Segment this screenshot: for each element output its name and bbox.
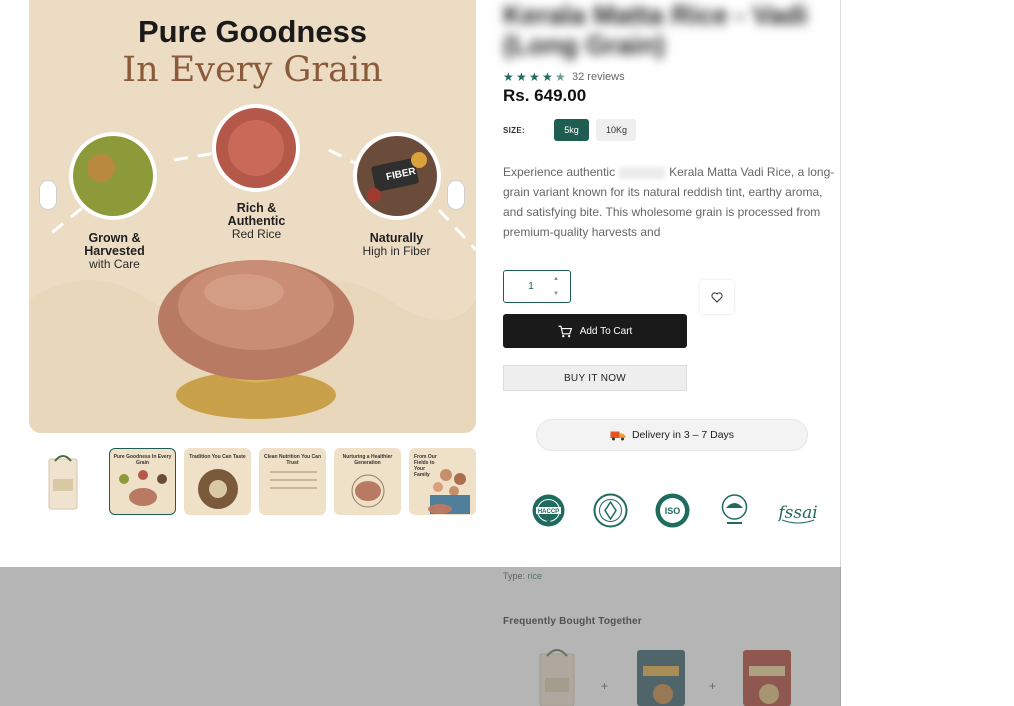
chevron-down-icon[interactable]: ▼: [552, 290, 560, 298]
thumbnail-goodness[interactable]: Pure Goodness In Every Grain: [109, 448, 176, 515]
rating[interactable]: ★ ★ ★ ★ ★ 32 reviews: [503, 69, 625, 84]
image-title-line1: Pure Goodness: [137, 14, 368, 49]
image-title-line2: In Every Grain: [122, 50, 383, 90]
plus-icon: +: [601, 679, 609, 693]
type-label: Type:: [503, 571, 526, 581]
chevron-up-icon[interactable]: ▲: [552, 275, 560, 283]
spice-pack-teal-icon: [637, 650, 685, 706]
feature-fiber-sub: High in Fiber: [362, 244, 431, 258]
fssai-text: fssai: [778, 503, 818, 523]
fbt-product-sambar-powder-teal[interactable]: [633, 646, 688, 706]
product-type: Type: rice: [503, 571, 542, 581]
quality-badge-icon: [592, 492, 629, 529]
truck-icon: [610, 431, 626, 440]
thumbnail-strip: Pure Goodness In Every Grain Tradition Y…: [34, 448, 476, 515]
frequently-bought-heading: Frequently Bought Together: [503, 616, 642, 627]
product-title-blurred: Kerala Matta Rice - Vadi (Long Grain): [503, 0, 808, 60]
buy-now-button[interactable]: BUY IT NOW: [503, 365, 687, 391]
iso-badge-icon: ISO: [654, 492, 691, 529]
thumbnail-healthier-title: Nurturing a Healthier Generation: [342, 454, 393, 466]
quantity-stepper[interactable]: 1 ▲ ▼: [503, 270, 571, 303]
half-star-icon: ★: [555, 69, 566, 84]
feature-rich-sub: Red Rice: [231, 227, 282, 241]
size-option-5kg[interactable]: 5kg: [554, 119, 589, 141]
star-icon: ★: [542, 69, 553, 84]
thumbnail-nutrition-title: Clean Nutrition You Can Trust: [263, 454, 322, 466]
thumbnail-tradition[interactable]: Tradition You Can Taste: [184, 448, 251, 515]
size-option-10kg[interactable]: 10Kg: [596, 119, 636, 141]
main-product-image[interactable]: Pure Goodness In Every Grain Grown & Har…: [29, 0, 476, 433]
blurred-brand: [619, 166, 666, 179]
thumbnail-healthier[interactable]: Nurturing a Healthier Generation: [334, 448, 401, 515]
fssai-badge-icon: fssai: [778, 492, 818, 529]
size-label: SIZE:: [503, 126, 525, 135]
fbt-product-rice-bag[interactable]: [531, 646, 586, 706]
thumbnail-nutrition[interactable]: Clean Nutrition You Can Trust: [259, 448, 326, 515]
price: Rs. 649.00: [503, 86, 587, 105]
thumbnail-tradition-title: Tradition You Can Taste: [189, 454, 246, 460]
thumbnail-package[interactable]: [34, 448, 101, 515]
add-to-cart-label: Add To Cart: [579, 325, 633, 337]
haccp-text: HACCP: [538, 509, 559, 515]
page: Pure Goodness In Every Grain Grown & Har…: [0, 0, 1014, 706]
description-start: Experience authentic: [503, 165, 616, 179]
prev-image-button[interactable]: [39, 180, 57, 210]
wishlist-button[interactable]: [700, 280, 734, 314]
delivery-info: Delivery in 3 – 7 Days: [536, 419, 808, 451]
iso-text: ISO: [665, 506, 681, 516]
add-to-cart-button[interactable]: Add To Cart: [503, 314, 687, 348]
feature-rich: Rich & Authentic Red Rice: [209, 202, 304, 241]
thumbnail-family-title: From Our Fields to Your Family: [414, 454, 437, 478]
type-value-link[interactable]: rice: [528, 571, 543, 581]
product-page: Pure Goodness In Every Grain Grown & Har…: [0, 0, 841, 706]
thumbnail-family[interactable]: From Our Fields to Your Family: [409, 448, 476, 515]
feature-grown: Grown & Harvested with Care: [67, 232, 162, 271]
review-count[interactable]: 32 reviews: [572, 71, 625, 83]
feature-fiber: Naturally High in Fiber: [349, 232, 444, 258]
quantity-value[interactable]: 1: [526, 281, 536, 292]
next-image-button[interactable]: [447, 180, 465, 210]
rice-bag-icon: [48, 455, 78, 510]
spice-pack-red-icon: [743, 650, 791, 706]
rice-bag-icon: [539, 649, 575, 706]
star-icon: ★: [503, 69, 514, 84]
star-icon: ★: [516, 69, 527, 84]
fbt-product-sambar-powder-red[interactable]: [739, 646, 794, 706]
haccp-badge-icon: HACCP: [530, 492, 567, 529]
feature-grown-sub: with Care: [89, 257, 140, 271]
plus-icon: +: [709, 679, 717, 693]
star-icon: ★: [529, 69, 540, 84]
cart-icon: [558, 325, 572, 337]
heart-icon: [711, 291, 723, 303]
certification-badges: HACCP ISO fssai: [530, 492, 818, 529]
product-description: Experience authentic Kerala Matta Vadi Ri…: [503, 162, 835, 242]
thumbnail-goodness-title: Pure Goodness In Every Grain: [113, 454, 172, 466]
govt-emblem-badge-icon: [716, 492, 753, 529]
delivery-text: Delivery in 3 – 7 Days: [631, 429, 735, 441]
frequently-bought-row: + +: [503, 646, 823, 706]
